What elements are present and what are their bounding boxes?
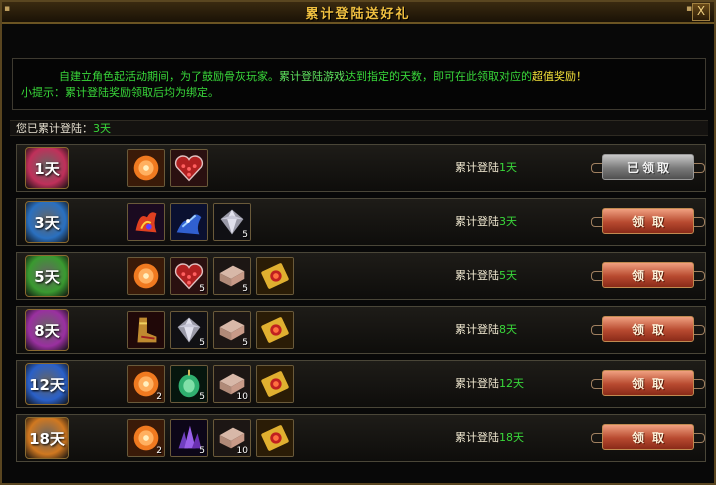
day-badge-icon: 1天	[25, 147, 69, 189]
condition-label: 累计登陆	[455, 269, 499, 282]
purple-crystal-icon[interactable]: 5	[170, 419, 208, 457]
item-count: 5	[242, 338, 248, 348]
login-condition: 累计登陆3天	[455, 199, 517, 245]
item-count: 5	[242, 230, 248, 240]
reward-items: 2 5 10	[127, 365, 294, 403]
reward-items: 5	[127, 203, 251, 241]
reward-items	[127, 149, 208, 187]
orange-orb-icon[interactable]: 2	[127, 419, 165, 457]
item-count: 10	[236, 392, 248, 402]
claim-button[interactable]: 领取	[591, 370, 705, 396]
gold-scroll-icon[interactable]	[256, 419, 294, 457]
total-login-bar: 您已累计登陆：3天	[10, 120, 708, 136]
reward-row: 12天 2 5 10 累计登陆12天 领取	[16, 360, 706, 408]
day-badge-icon: 3天	[25, 201, 69, 243]
item-count: 2	[156, 392, 162, 402]
condition-label: 累计登陆	[455, 323, 499, 336]
gold-scroll-icon[interactable]	[256, 257, 294, 295]
orange-orb-icon[interactable]	[127, 257, 165, 295]
stone-block-icon[interactable]: 5	[213, 311, 251, 349]
jade-pendant-icon[interactable]: 5	[170, 365, 208, 403]
event-notice: 自建立角色起活动期间，为了鼓励骨灰玩家。累计登陆游戏达到指定的天数，即可在此领取…	[12, 58, 706, 110]
item-count: 5	[242, 284, 248, 294]
reward-items: 55	[127, 257, 294, 295]
notice-text: ！	[576, 70, 587, 83]
day-badge-icon: 18天	[25, 417, 69, 459]
item-count: 10	[236, 446, 248, 456]
stone-block-icon[interactable]: 10	[213, 419, 251, 457]
reward-items: 55	[127, 311, 294, 349]
gold-scroll-icon[interactable]	[256, 365, 294, 403]
gold-scroll-icon[interactable]	[256, 311, 294, 349]
item-count: 5	[199, 284, 205, 294]
close-button[interactable]: X	[692, 3, 710, 21]
login-condition: 累计登陆12天	[455, 361, 524, 407]
item-count: 5	[199, 338, 205, 348]
condition-days: 1天	[499, 161, 517, 174]
day-badge-icon: 12天	[25, 363, 69, 405]
notice-highlight: 累计登陆游戏	[279, 70, 345, 83]
notice-text: 自建立角色起活动期间，为了鼓励骨灰玩家。	[59, 70, 279, 83]
condition-days: 3天	[499, 215, 517, 228]
condition-days: 8天	[499, 323, 517, 336]
heart-gems-icon[interactable]	[170, 149, 208, 187]
condition-days: 18天	[499, 431, 524, 444]
claim-button[interactable]: 领取	[591, 262, 705, 288]
condition-label: 累计登陆	[455, 215, 499, 228]
notice-tip: 小提示：累计登陆奖励领取后均为绑定。	[21, 86, 219, 99]
reward-row: 3天 5 累计登陆3天 领取	[16, 198, 706, 246]
claimed-button[interactable]: 已领取	[591, 154, 705, 180]
notice-text: 达到指定的天数，即可在此领取对应的	[345, 70, 532, 83]
notice-highlight-reward: 超值奖励	[532, 70, 576, 83]
total-login-label: 您已累计登陆：	[16, 122, 93, 135]
condition-label: 累计登陆	[455, 431, 499, 444]
day-badge-icon: 8天	[25, 309, 69, 351]
stone-block-icon[interactable]: 5	[213, 257, 251, 295]
reward-row: 5天 5 5 累计登陆5天 领取	[16, 252, 706, 300]
condition-days: 12天	[499, 377, 524, 390]
orange-orb-icon[interactable]: 2	[127, 365, 165, 403]
heart-gems-icon[interactable]: 5	[170, 257, 208, 295]
item-count: 5	[199, 392, 205, 402]
login-reward-window: ▪ 累计登陆送好礼 ▪ X 自建立角色起活动期间，为了鼓励骨灰玩家。累计登陆游戏…	[0, 0, 716, 485]
login-condition: 累计登陆8天	[455, 307, 517, 353]
login-condition: 累计登陆18天	[455, 415, 524, 461]
condition-label: 累计登陆	[455, 161, 499, 174]
fire-wings-icon[interactable]	[127, 203, 165, 241]
day-badge-icon: 5天	[25, 255, 69, 297]
item-count: 2	[156, 446, 162, 456]
title-bar: ▪ 累计登陆送好礼 ▪ X	[2, 2, 714, 24]
login-condition: 累计登陆5天	[455, 253, 517, 299]
golden-boots-icon[interactable]	[127, 311, 165, 349]
reward-row: 8天 5 5 累计登陆8天 领取	[16, 306, 706, 354]
stone-block-icon[interactable]: 10	[213, 365, 251, 403]
item-count: 5	[199, 446, 205, 456]
orange-orb-icon[interactable]	[127, 149, 165, 187]
claim-button[interactable]: 领取	[591, 208, 705, 234]
reward-row: 1天 累计登陆1天 已领取	[16, 144, 706, 192]
notice-line-1: 自建立角色起活动期间，为了鼓励骨灰玩家。累计登陆游戏达到指定的天数，即可在此领取…	[21, 69, 697, 85]
login-condition: 累计登陆1天	[455, 145, 517, 191]
total-login-days: 3天	[93, 122, 111, 135]
window-title: 累计登陆送好礼	[305, 6, 411, 22]
silver-diamond-icon[interactable]: 5	[170, 311, 208, 349]
claim-button[interactable]: 领取	[591, 424, 705, 450]
reward-row: 18天 2 5 10 累计登陆18天 领取	[16, 414, 706, 462]
silver-diamond-icon[interactable]: 5	[213, 203, 251, 241]
blue-spirit-icon[interactable]	[170, 203, 208, 241]
reward-items: 2 5 10	[127, 419, 294, 457]
claim-button[interactable]: 领取	[591, 316, 705, 342]
corner-ornament-icon: ▪	[4, 4, 11, 14]
condition-label: 累计登陆	[455, 377, 499, 390]
condition-days: 5天	[499, 269, 517, 282]
